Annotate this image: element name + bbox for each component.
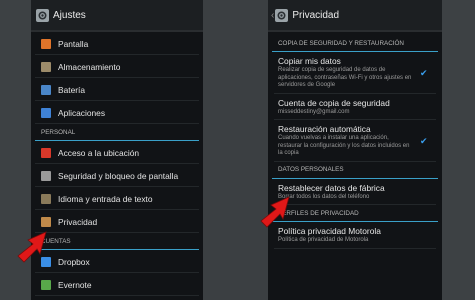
settings-action-bar: Ajustes [31,0,203,32]
privacy-icon [41,216,51,227]
battery-icon [41,84,51,95]
settings-item-label: Batería [58,84,86,95]
factory-reset-item[interactable]: Restablecer datos de fábrica Borrar todo… [268,179,442,206]
motorola-privacy-item[interactable]: Política privacidad Motorola Política de… [268,222,442,249]
motorola-privacy-title: Política privacidad Motorola [278,226,381,236]
backup-item-subtitle: Cuando vuelvas a instalar una aplicación… [278,135,410,156]
settings-item-label: Acceso a la ubicación [58,147,140,158]
section-header-privacy-profiles: PERFILES DE PRIVACIDAD [272,205,438,222]
settings-item-display[interactable]: Pantalla [31,32,203,55]
section-header-personal-data: DATOS PERSONALES [272,162,438,179]
factory-reset-title: Restablecer datos de fábrica [278,182,385,193]
section-header-personal: PERSONAL [35,124,199,141]
privacy-action-bar: ‹ Privacidad [268,0,442,32]
settings-item-label: Idioma y entrada de texto [58,193,153,204]
apps-icon [41,107,51,118]
settings-item-location[interactable]: Acceso a la ubicación [31,141,203,164]
section-header-cuentas: CUENTAS [35,233,199,250]
settings-item-label: Seguridad y bloqueo de pantalla [58,170,179,181]
backup-settings-list: Copiar mis datos Realizar copia de seguri… [268,52,442,162]
settings-item-language[interactable]: Idioma y entrada de texto [31,187,203,210]
factory-reset-subtitle: Borrar todos los datos del teléfono [278,193,370,200]
backup-item-subtitle: misseddestiny@gmail.com [278,108,350,115]
storage-icon [41,61,51,72]
settings-item-evernote[interactable]: Evernote [31,273,203,296]
evernote-icon [41,279,51,290]
right-gutter [442,0,475,300]
settings-item-privacy[interactable]: Privacidad [31,210,203,233]
backup-item-title: Copiar mis datos [278,56,341,66]
settings-item-label: Evernote [58,279,92,290]
personal-settings-list: Acceso a la ubicación Seguridad y bloqueo… [31,141,203,233]
checkbox-checked-icon[interactable]: ✔ [420,68,430,78]
settings-item-lock[interactable]: Seguridad y bloqueo de pantalla [31,164,203,187]
location-icon [41,147,51,158]
checkbox-checked-icon[interactable]: ✔ [420,136,430,146]
device-settings-list: Pantalla Almacenamiento Batería Aplicacione… [31,32,203,124]
settings-screen: Ajustes Pantalla Almacenamiento Batería Apl… [31,0,203,300]
backup-item-subtitle: Realizar copia de seguridad de datos de … [278,67,412,88]
settings-item-label: Almacenamiento [58,61,121,72]
middle-gutter [203,0,268,300]
settings-gear-icon[interactable] [275,8,289,22]
settings-item-label: Pantalla [58,38,89,49]
settings-item-dropbox[interactable]: Dropbox [31,250,203,273]
settings-gear-icon[interactable] [36,8,49,22]
settings-item-label: Privacidad [58,216,98,227]
settings-title: Ajustes [53,9,86,21]
backup-item[interactable]: Cuenta de copia de seguridad misseddestin… [268,94,442,121]
lock-icon [41,170,51,181]
settings-item-storage[interactable]: Almacenamiento [31,55,203,78]
display-icon [41,38,51,49]
pointer-arrow-privacy-icon [17,231,47,263]
settings-item-label: Dropbox [58,256,90,267]
privacy-screen: ‹ Privacidad COPIA DE SEGURIDAD Y RESTAU… [268,0,442,300]
settings-item-label: Aplicaciones [58,107,106,118]
language-icon [41,193,51,204]
pointer-arrow-reset-icon [260,196,290,228]
backup-item-title: Cuenta de copia de seguridad [278,97,390,108]
privacy-title: Privacidad [292,9,340,21]
section-header-backup: COPIA DE SEGURIDAD Y RESTAURACIÓN [272,35,438,52]
accounts-list: Dropbox Evernote [31,250,203,296]
motorola-privacy-subtitle: Política de privacidad de Motorola [278,237,369,243]
settings-item-battery[interactable]: Batería [31,78,203,101]
backup-item[interactable]: Copiar mis datos Realizar copia de seguri… [268,52,442,94]
back-chevron-icon[interactable]: ‹ [271,10,274,21]
backup-item[interactable]: Restauración automática Cuando vuelvas a … [268,120,442,162]
backup-item-title: Restauración automática [278,124,371,134]
settings-item-apps[interactable]: Aplicaciones [31,101,203,124]
